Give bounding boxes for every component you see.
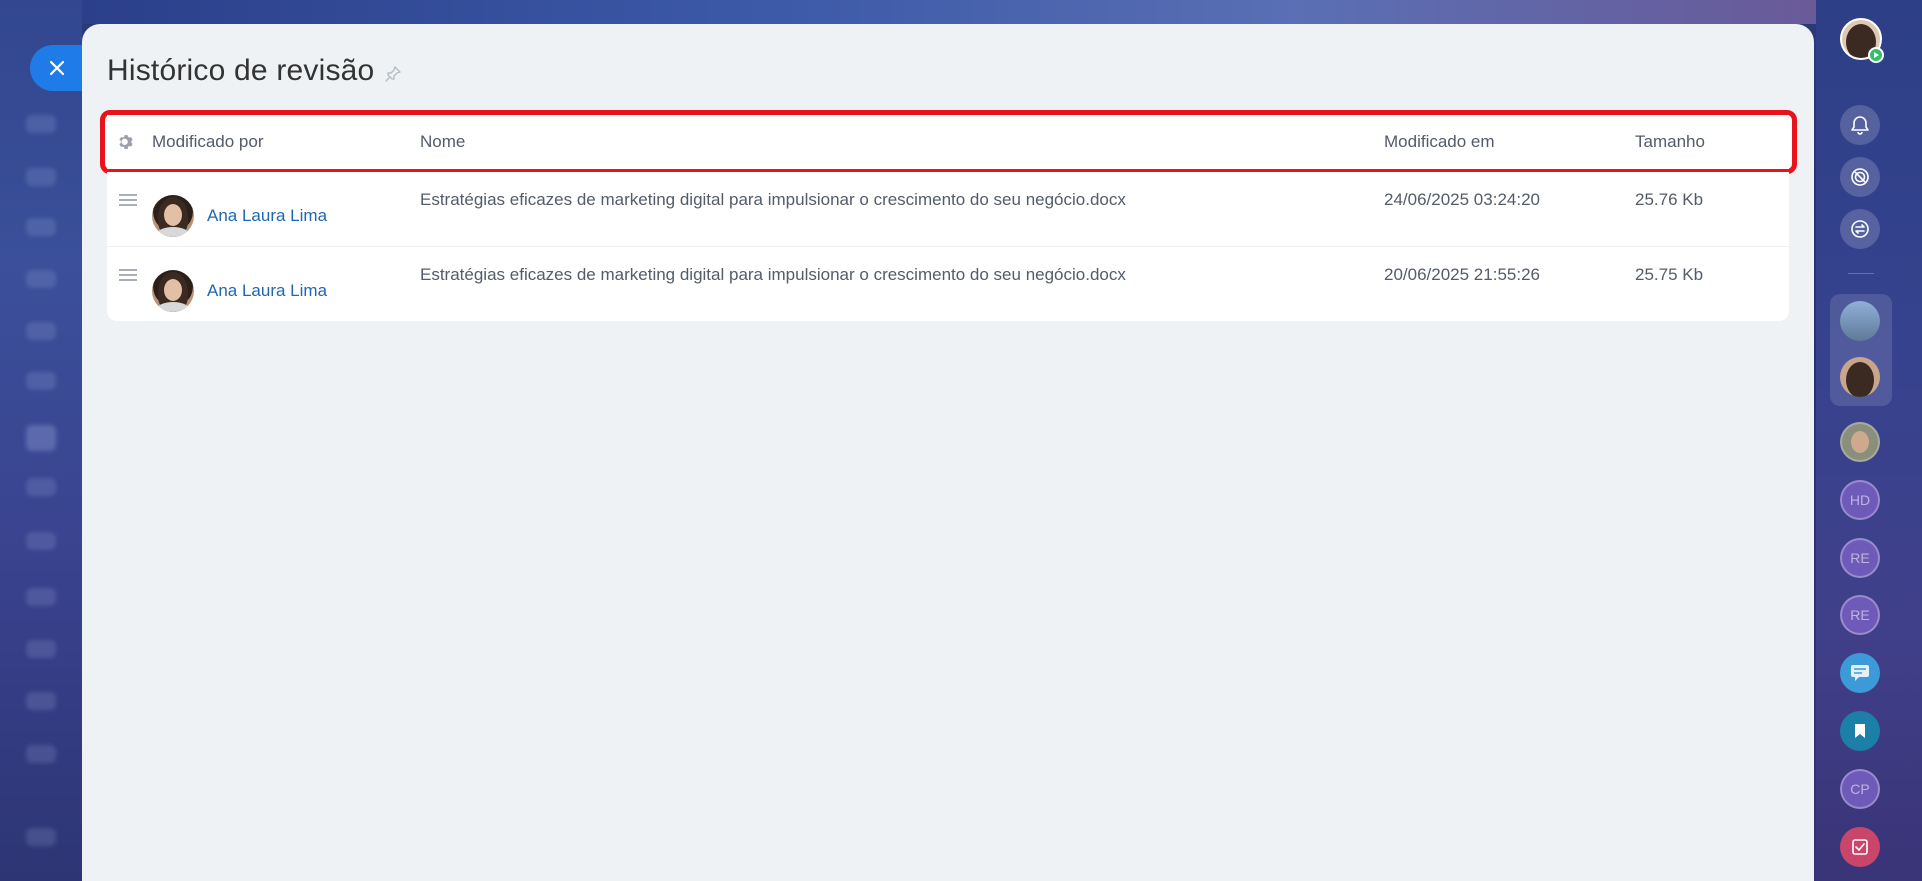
background-blur: [26, 270, 56, 288]
row-file-name: Estratégias eficazes de marketing digita…: [420, 265, 1126, 284]
background-blur: [26, 322, 56, 340]
background-blur: [26, 168, 56, 186]
background-left: [0, 0, 82, 881]
background-blur: [26, 745, 56, 763]
title-row: Histórico de revisão: [107, 54, 402, 88]
background-blur: [26, 425, 56, 451]
background-blur: [26, 828, 56, 846]
right-sidebar: HD RE RE CP: [1816, 0, 1922, 881]
chat-initials-re[interactable]: RE: [1840, 538, 1880, 578]
chat-initials-re-2[interactable]: RE: [1840, 595, 1880, 635]
revision-history-panel: Histórico de revisão Modificado por Nome…: [82, 24, 1814, 881]
background-blur: [26, 588, 56, 606]
user-link[interactable]: Ana Laura Lima: [207, 206, 327, 226]
target-icon: [1851, 168, 1869, 186]
row-menu-handle[interactable]: [119, 172, 137, 246]
background-blur: [26, 372, 56, 390]
table-header: Modificado por Nome Modificado em Tamanh…: [107, 115, 1789, 169]
chat-initials-cp[interactable]: CP: [1840, 769, 1880, 809]
column-header-size[interactable]: Tamanho: [1635, 115, 1705, 169]
user-link[interactable]: Ana Laura Lima: [207, 281, 327, 301]
background-blur: [26, 640, 56, 658]
row-user: Ana Laura Lima: [152, 172, 327, 246]
column-header-modified-by[interactable]: Modificado por: [152, 115, 264, 169]
sync-icon: [1851, 220, 1869, 238]
chat-messages-button[interactable]: [1840, 653, 1880, 693]
table-row[interactable]: Ana Laura Lima Estratégias eficazes de m…: [107, 247, 1789, 321]
sync-button[interactable]: [1840, 209, 1880, 249]
checkbox-icon: [1852, 839, 1868, 855]
play-icon: [1874, 52, 1879, 58]
background-top: [82, 0, 1816, 24]
close-slider-button[interactable]: [30, 45, 82, 91]
bookmark-icon: [1855, 724, 1865, 738]
online-status-icon: [1868, 47, 1884, 63]
row-file-name: Estratégias eficazes de marketing digita…: [420, 190, 1126, 209]
row-size: 25.76 Kb: [1635, 190, 1704, 209]
revision-table-body: Ana Laura Lima Estratégias eficazes de m…: [107, 172, 1789, 321]
gear-icon: [119, 135, 133, 150]
chat-avatar-man[interactable]: [1840, 422, 1880, 462]
menu-lines-icon: [119, 269, 137, 281]
row-modified-at: 24/06/2025 03:24:20: [1384, 190, 1540, 209]
background-blur: [26, 532, 56, 550]
row-size: 25.75 Kb: [1635, 265, 1704, 284]
chat-avatar-user[interactable]: [1840, 357, 1880, 397]
column-header-modified-at[interactable]: Modificado em: [1384, 115, 1495, 169]
bookmarks-button[interactable]: [1840, 711, 1880, 751]
chat-avatar-landscape[interactable]: [1840, 301, 1880, 341]
column-settings-button[interactable]: [117, 115, 135, 169]
chat-icon: [1851, 665, 1869, 681]
column-header-name[interactable]: Nome: [420, 115, 465, 169]
row-menu-handle[interactable]: [119, 247, 137, 321]
row-modified-at: 20/06/2025 21:55:26: [1384, 265, 1540, 284]
table-row[interactable]: Ana Laura Lima Estratégias eficazes de m…: [107, 172, 1789, 247]
tasks-button[interactable]: [1840, 827, 1880, 867]
chat-initials-hd[interactable]: HD: [1840, 480, 1880, 520]
row-user: Ana Laura Lima: [152, 247, 327, 321]
background-blur: [26, 115, 56, 133]
background-blur: [26, 218, 56, 236]
page-title: Histórico de revisão: [107, 54, 375, 87]
avatar: [152, 195, 194, 237]
avatar: [152, 270, 194, 312]
bell-icon: [1851, 116, 1869, 135]
pin-icon[interactable]: [384, 65, 402, 83]
close-icon: [49, 60, 65, 76]
menu-lines-icon: [119, 194, 137, 206]
background-blur: [26, 478, 56, 496]
notifications-button[interactable]: [1840, 105, 1880, 145]
background-blur: [26, 692, 56, 710]
sidebar-divider: [1848, 273, 1874, 274]
copilot-button[interactable]: [1840, 157, 1880, 197]
